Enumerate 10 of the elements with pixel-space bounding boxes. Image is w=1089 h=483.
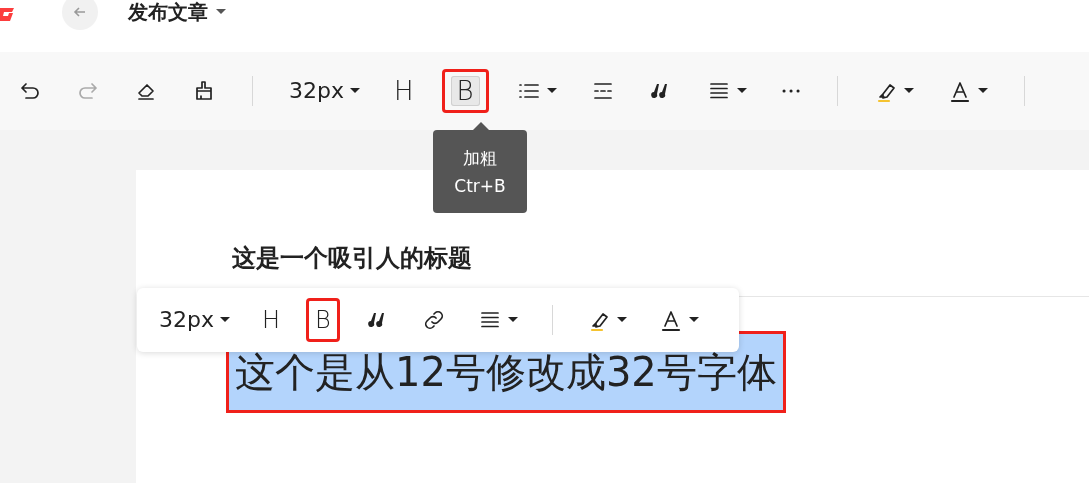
tooltip-text: 加粗 [463, 146, 497, 170]
title-dropdown[interactable]: 发布文章 [128, 0, 226, 24]
caret-icon [216, 9, 226, 15]
article-title: 这是一个吸引人的标题 [232, 243, 473, 274]
font-size-dropdown[interactable]: 32px [283, 69, 366, 113]
more-icon [780, 88, 801, 94]
heading-button[interactable]: H [388, 69, 420, 113]
bold-button[interactable]: B [441, 69, 489, 113]
bold-button[interactable]: B [306, 298, 340, 342]
tooltip-text: Ctr+B [454, 174, 506, 198]
